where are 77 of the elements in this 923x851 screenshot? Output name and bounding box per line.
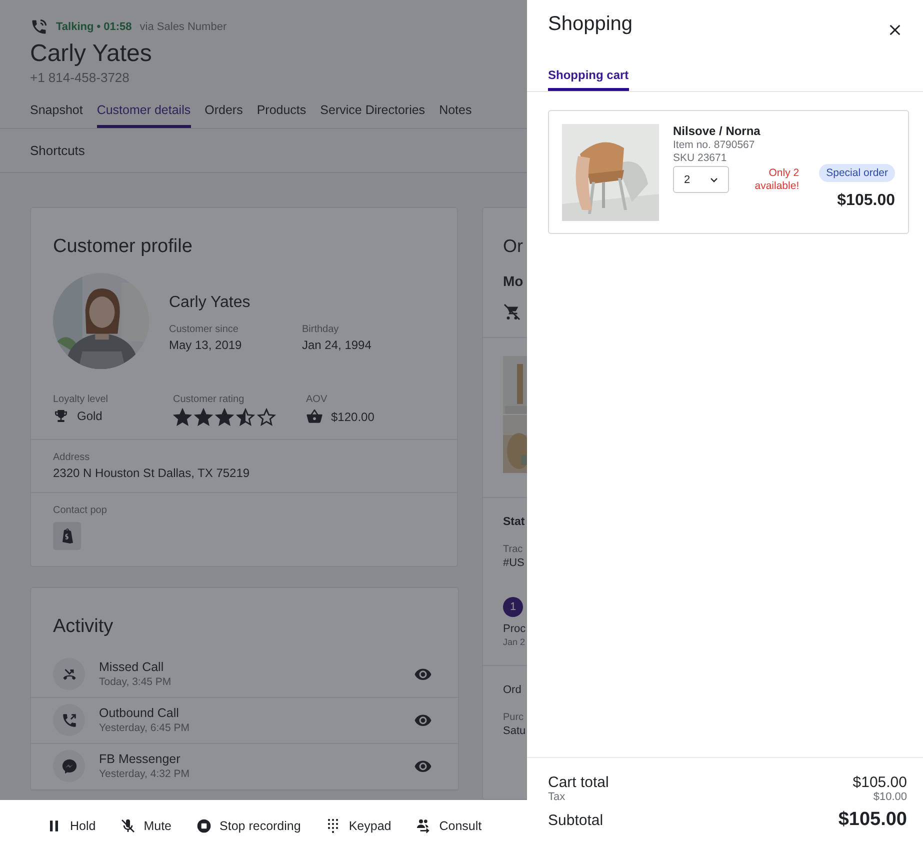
field-value: 2320 N Houston St Dallas, TX 75219 [53, 466, 250, 480]
field-value: $120.00 [331, 410, 374, 424]
tab[interactable]: Shopping cart [548, 68, 629, 91]
call-control-button[interactable]: Stop recording [188, 812, 309, 840]
card-title: Customer profile [52, 235, 194, 259]
shortcuts-link[interactable]: Shortcuts [30, 143, 85, 158]
panel-title: Shopping [548, 12, 633, 36]
summary-amount: $105.00 [852, 774, 907, 791]
step-label: Proc [502, 622, 527, 635]
activity-title: FB Messenger [99, 752, 182, 766]
consult-icon [415, 818, 432, 834]
field-label: Customer rating [173, 394, 246, 405]
sku: SKU 23671 [673, 152, 728, 164]
field-value: Gold [77, 409, 102, 423]
basket-icon [306, 408, 323, 425]
call-control-button[interactable]: Hold [38, 812, 104, 840]
field-value: #US [502, 556, 526, 569]
activity-time: Yesterday, 6:45 PM [99, 722, 190, 734]
special-order-tag: Special order [819, 164, 895, 182]
customer-name: Carly Yates [169, 294, 252, 312]
summary-label: Cart total [548, 774, 609, 791]
product-name: Nilsove / Norna [673, 124, 762, 138]
activity-title: Outbound Call [99, 706, 180, 720]
section-label: Stat [502, 515, 526, 528]
order-heading: Mo [502, 272, 524, 289]
field-label: Contact pop [53, 505, 108, 516]
field-label: AOV [306, 394, 328, 405]
step-badge: 1 [503, 597, 523, 617]
quantity-select[interactable]: 2 [673, 166, 729, 193]
stock-warning: Only 2 available! [754, 167, 800, 193]
tab[interactable]: Snapshot [30, 99, 83, 128]
call-source: via Sales Number [140, 21, 227, 33]
item-number: Item no. 8790567 [673, 139, 756, 151]
field-label: Loyalty level [53, 394, 110, 405]
stop-icon [196, 818, 212, 834]
field-value: Jan 24, 1994 [302, 338, 372, 352]
field-label: Purc [502, 711, 525, 723]
activity-time: Yesterday, 4:32 PM [99, 768, 190, 780]
field-value: Satu [502, 724, 527, 737]
call-control-button[interactable]: Mute [112, 812, 180, 840]
close-icon [887, 22, 903, 38]
activity-title: Missed Call [99, 660, 165, 674]
shop-bag-button[interactable] [53, 522, 81, 550]
caller-phone: +1 814-458-3728 [30, 70, 130, 85]
star-icon [236, 408, 255, 427]
card-title: Or [502, 235, 524, 257]
tab[interactable]: Orders [204, 99, 243, 128]
field-label: Customer since [169, 324, 240, 335]
star-icon [215, 408, 234, 427]
star-icon [173, 408, 192, 427]
tab[interactable]: Customer details [96, 99, 191, 128]
section-label: Ord [502, 683, 522, 696]
call-control-button[interactable]: Consult [407, 812, 490, 840]
tab[interactable]: Service Directories [320, 99, 426, 128]
summary-label: Tax [548, 791, 566, 803]
field-label: Address [53, 452, 91, 463]
trophy-icon [53, 408, 69, 424]
call-status: Talking • 01:58 [56, 21, 132, 33]
caller-name: Carly Yates [30, 40, 153, 68]
tab[interactable]: Notes [439, 99, 472, 128]
call-control-button[interactable]: Keypad [316, 812, 400, 840]
mic-off-icon [120, 818, 136, 834]
item-price: $105.00 [837, 192, 895, 210]
field-label: Birthday [302, 324, 340, 335]
summary-amount: $10.00 [873, 791, 907, 803]
activity-time: Today, 3:45 PM [99, 676, 172, 688]
field-label: Trac [502, 543, 524, 555]
card-title: Activity [52, 615, 114, 639]
star-icon [194, 408, 213, 427]
summary-label: Subtotal [548, 812, 604, 829]
field-value: May 13, 2019 [169, 338, 242, 352]
close-button[interactable] [887, 22, 903, 38]
cart-off-icon [503, 303, 521, 321]
star-icon [257, 408, 276, 427]
tab[interactable]: Products [256, 99, 306, 128]
summary-amount: $105.00 [838, 809, 907, 831]
phone-icon [30, 18, 48, 36]
